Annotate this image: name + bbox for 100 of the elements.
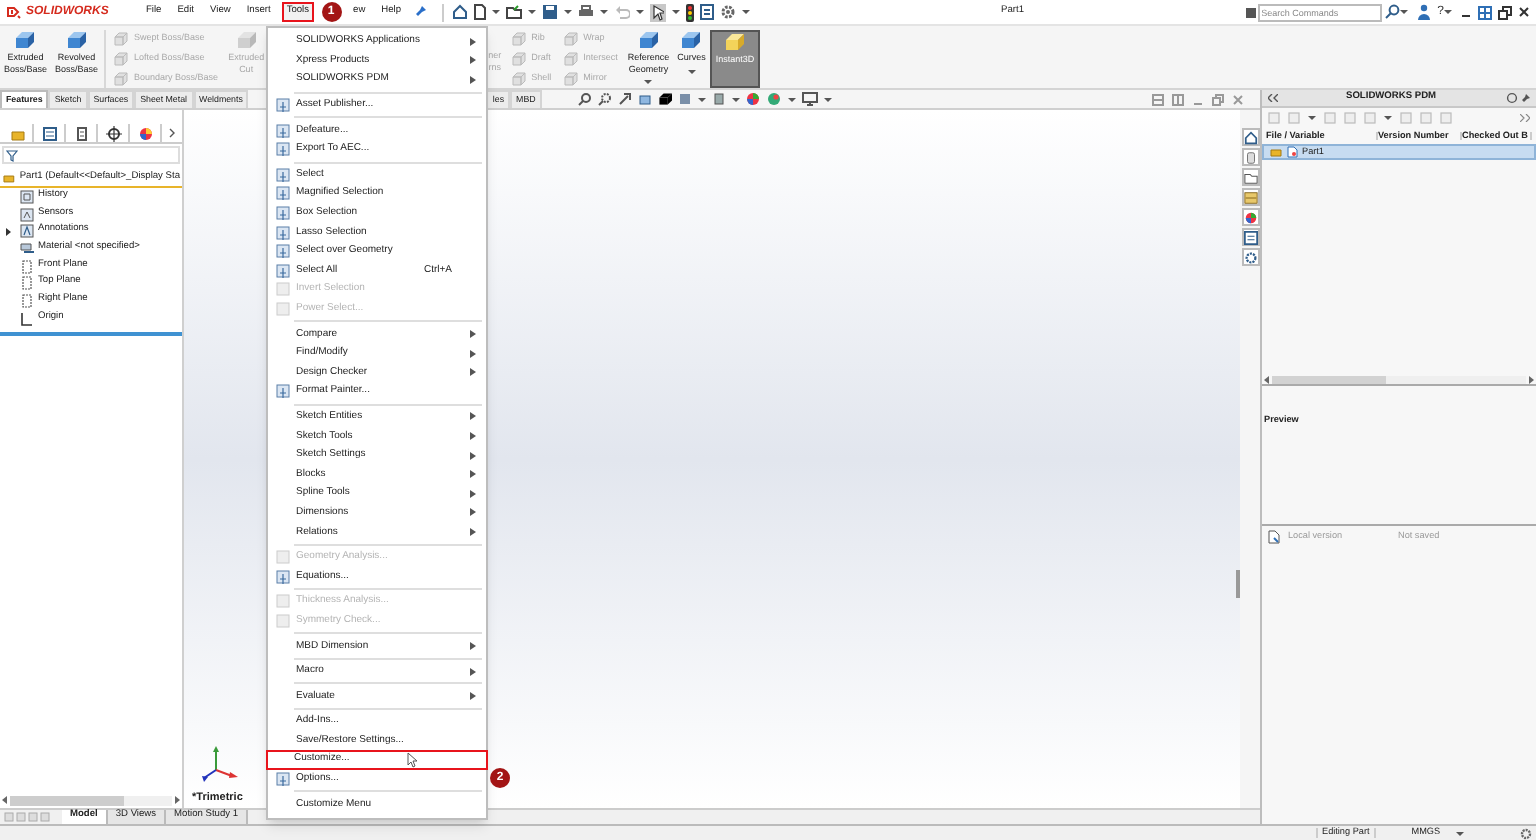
display-style-icon[interactable] xyxy=(677,92,692,106)
restore-icon[interactable] xyxy=(1498,5,1512,19)
save-icon[interactable] xyxy=(541,4,558,20)
caret-icon[interactable] xyxy=(1444,10,1452,14)
home-icon[interactable] xyxy=(451,4,468,20)
command-icon xyxy=(275,225,289,240)
caret-icon[interactable] xyxy=(1399,10,1408,14)
caret-icon[interactable] xyxy=(1456,831,1465,835)
chevron-right-icon[interactable] xyxy=(168,128,176,138)
block-icon xyxy=(563,32,580,46)
traffic-light-icon[interactable] xyxy=(685,3,694,21)
submenu-arrow-icon xyxy=(470,56,476,65)
mouse-pointer-icon xyxy=(405,751,418,768)
user-icon[interactable] xyxy=(1417,4,1430,20)
caret-icon[interactable] xyxy=(1308,116,1316,120)
material-icon xyxy=(20,241,34,256)
submenu-arrow-icon xyxy=(470,432,476,441)
command-icon xyxy=(275,772,289,787)
task-pane-tab[interactable] xyxy=(1241,148,1259,166)
local-file-icon xyxy=(1286,146,1298,158)
submenu-arrow-icon xyxy=(470,412,476,421)
block-icon xyxy=(511,32,528,46)
search-icon[interactable] xyxy=(1383,4,1400,20)
task-pane-tab[interactable] xyxy=(1241,188,1259,206)
caret-icon[interactable] xyxy=(1384,116,1392,120)
scene-icon[interactable] xyxy=(765,92,782,106)
submenu-arrow-icon xyxy=(470,692,476,701)
caret-icon[interactable] xyxy=(491,10,500,14)
task-pane-tab[interactable] xyxy=(1241,228,1259,246)
appearance-icon[interactable] xyxy=(745,92,760,106)
pin-icon[interactable] xyxy=(413,5,426,18)
command-icon xyxy=(275,569,289,584)
submenu-arrow-icon xyxy=(470,349,476,358)
printer-icon[interactable] xyxy=(577,4,594,20)
local-file-icon xyxy=(1268,529,1280,543)
block-icon xyxy=(114,52,131,66)
caret-icon[interactable] xyxy=(563,10,572,14)
scrollbar[interactable] xyxy=(1272,376,1526,384)
caret-icon[interactable] xyxy=(671,10,680,14)
hide-show-icon[interactable] xyxy=(711,92,726,106)
splitter-handle[interactable] xyxy=(1236,570,1240,598)
submenu-arrow-icon xyxy=(470,489,476,498)
history-icon xyxy=(20,189,34,204)
caret-icon[interactable] xyxy=(697,97,706,101)
caret-icon xyxy=(644,80,653,84)
document-icon[interactable] xyxy=(473,4,486,20)
view-palette-icon xyxy=(1243,189,1257,205)
caret-icon[interactable] xyxy=(741,10,750,14)
gear-icon[interactable] xyxy=(1520,827,1532,839)
block-icon xyxy=(14,30,37,50)
monitor-icon[interactable] xyxy=(801,92,818,106)
block-icon xyxy=(114,32,131,46)
tile-horizontal-icon[interactable] xyxy=(1152,93,1164,105)
command-icon xyxy=(275,167,289,182)
submenu-arrow-icon xyxy=(470,470,476,479)
tile-icon[interactable] xyxy=(1478,5,1492,19)
task-pane-tab[interactable] xyxy=(1241,208,1259,226)
task-pane-tab[interactable] xyxy=(1241,168,1259,186)
expand-arrow-icon[interactable] xyxy=(4,227,12,236)
command-icon xyxy=(275,206,289,221)
caret-icon[interactable] xyxy=(599,10,608,14)
block-icon xyxy=(563,52,580,66)
task-pane-tab[interactable] xyxy=(1241,248,1259,266)
folder-icon[interactable] xyxy=(505,4,522,20)
command-icon xyxy=(275,550,289,565)
submenu-arrow-icon xyxy=(470,368,476,377)
zoom-fit-icon[interactable] xyxy=(577,92,592,106)
filter-icon xyxy=(6,149,18,161)
caret-icon[interactable] xyxy=(635,10,644,14)
caret-icon[interactable] xyxy=(731,97,740,101)
command-icon xyxy=(275,263,289,278)
submenu-arrow-icon xyxy=(470,528,476,537)
caret-icon[interactable] xyxy=(823,97,832,101)
section-view-icon[interactable] xyxy=(637,92,652,106)
refresh-icon[interactable] xyxy=(1506,92,1518,104)
caret-icon[interactable] xyxy=(787,97,796,101)
appearance-icon xyxy=(1243,209,1257,225)
previous-view-icon[interactable] xyxy=(617,92,632,106)
origin-icon xyxy=(20,311,34,326)
tile-vertical-icon[interactable] xyxy=(1172,93,1184,105)
more-icon[interactable] xyxy=(1520,114,1530,122)
zoom-area-icon[interactable] xyxy=(597,92,612,106)
block-icon xyxy=(637,30,660,50)
gear-icon[interactable] xyxy=(719,4,736,20)
pointer-button[interactable] xyxy=(649,3,666,21)
collapse-icon[interactable] xyxy=(1268,94,1278,102)
submenu-arrow-icon xyxy=(470,451,476,460)
command-icon xyxy=(1245,7,1256,17)
appearance-icon xyxy=(137,125,153,141)
scrollbar[interactable] xyxy=(10,795,172,805)
view-orientation-icon[interactable] xyxy=(657,92,672,106)
list-icon[interactable] xyxy=(699,4,714,20)
filter-field[interactable] xyxy=(2,146,180,164)
command-icon xyxy=(275,123,289,138)
close-icon[interactable] xyxy=(1518,6,1530,18)
command-icon xyxy=(275,142,289,157)
command-icon xyxy=(275,186,289,201)
task-pane-tab[interactable] xyxy=(1241,128,1259,146)
submenu-arrow-icon xyxy=(470,75,476,84)
caret-icon[interactable] xyxy=(527,10,536,14)
